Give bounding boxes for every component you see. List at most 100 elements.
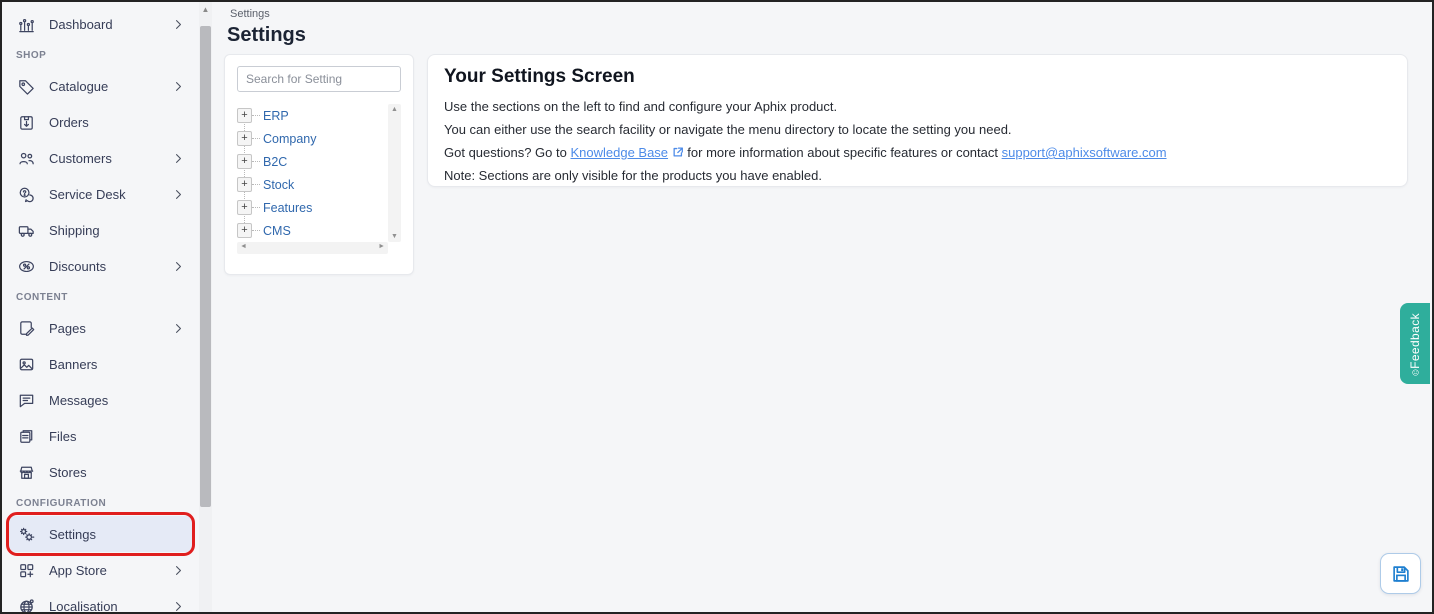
sidebar-item-label: Messages bbox=[49, 393, 108, 408]
sidebar-item-localisation[interactable]: Localisation bbox=[8, 588, 194, 614]
tree-node-features: + Features bbox=[237, 196, 388, 219]
grid-plus-icon bbox=[16, 560, 36, 580]
info-line-2: You can either use the search facility o… bbox=[444, 118, 1391, 141]
sidebar-item-label: Customers bbox=[49, 151, 112, 166]
sidebar-item-discounts[interactable]: Discounts bbox=[8, 248, 194, 284]
tree-node-label[interactable]: ERP bbox=[260, 109, 289, 123]
info-line-3: Got questions? Go to Knowledge Base for … bbox=[444, 141, 1391, 164]
sidebar-item-label: Settings bbox=[49, 527, 96, 542]
sidebar-item-label: Localisation bbox=[49, 599, 118, 614]
tree-node-label[interactable]: Company bbox=[260, 132, 317, 146]
tree-dash bbox=[252, 184, 260, 185]
tree-node-label[interactable]: CMS bbox=[260, 224, 291, 238]
chevron-right-icon bbox=[170, 186, 186, 202]
scrollbar-thumb[interactable] bbox=[200, 26, 211, 507]
expand-plus-icon[interactable]: + bbox=[237, 223, 252, 238]
tree-vertical-scrollbar[interactable]: ▲ ▼ bbox=[388, 104, 401, 242]
sidebar-item-customers[interactable]: Customers bbox=[8, 140, 194, 176]
save-button[interactable] bbox=[1380, 553, 1421, 594]
tree-node-stock: + Stock bbox=[237, 173, 388, 196]
sidebar-item-settings[interactable]: Settings bbox=[8, 516, 194, 552]
info-card-heading: Your Settings Screen bbox=[444, 66, 1391, 88]
feedback-button[interactable]: Feedback bbox=[1400, 303, 1430, 384]
sidebar-item-app-store[interactable]: App Store bbox=[8, 552, 194, 588]
sidebar-item-label: Shipping bbox=[49, 223, 100, 238]
sidebar-item-shipping[interactable]: Shipping bbox=[8, 212, 194, 248]
settings-info-card: Your Settings Screen Use the sections on… bbox=[427, 54, 1408, 187]
sidebar-item-pages[interactable]: Pages bbox=[8, 310, 194, 346]
sidebar-item-service-desk[interactable]: Service Desk bbox=[8, 176, 194, 212]
sidebar-item-label: Discounts bbox=[49, 259, 106, 274]
chevron-right-icon bbox=[170, 562, 186, 578]
sidebar-item-label: Files bbox=[49, 429, 76, 444]
sidebar-item-label: Banners bbox=[49, 357, 97, 372]
sidebar: Dashboard SHOP Catalogue Orders Customer… bbox=[2, 2, 199, 612]
expand-plus-icon[interactable]: + bbox=[237, 200, 252, 215]
tree-node-label[interactable]: Features bbox=[260, 201, 312, 215]
sidebar-item-banners[interactable]: Banners bbox=[8, 346, 194, 382]
page-edit-icon bbox=[16, 318, 36, 338]
main-content: Settings Settings + ERP + Company bbox=[212, 2, 1432, 612]
sidebar-item-messages[interactable]: Messages bbox=[8, 382, 194, 418]
search-input[interactable] bbox=[237, 66, 401, 92]
chevron-right-icon bbox=[170, 320, 186, 336]
tree-node-cms: + CMS bbox=[237, 219, 388, 242]
tree-node-label[interactable]: Stock bbox=[260, 178, 294, 192]
sidebar-item-catalogue[interactable]: Catalogue bbox=[8, 68, 194, 104]
chevron-right-icon bbox=[170, 258, 186, 274]
settings-tree: + ERP + Company + B2C + bbox=[237, 104, 401, 254]
sidebar-item-stores[interactable]: Stores bbox=[8, 454, 194, 490]
sidebar-item-dashboard[interactable]: Dashboard bbox=[8, 6, 194, 42]
tree-dash bbox=[252, 207, 260, 208]
sidebar-item-label: App Store bbox=[49, 563, 107, 578]
image-icon bbox=[16, 354, 36, 374]
tree-dash bbox=[252, 161, 260, 162]
chat-question-icon bbox=[16, 184, 36, 204]
feedback-label: Feedback bbox=[1408, 313, 1422, 369]
sidebar-item-orders[interactable]: Orders bbox=[8, 104, 194, 140]
sidebar-scrollbar[interactable]: ▲ bbox=[199, 2, 212, 614]
tree-dash bbox=[252, 115, 260, 116]
expand-plus-icon[interactable]: + bbox=[237, 154, 252, 169]
sidebar-item-files[interactable]: Files bbox=[8, 418, 194, 454]
storefront-icon bbox=[16, 462, 36, 482]
tag-icon bbox=[16, 76, 36, 96]
scrollbar-up-arrow-icon[interactable]: ▲ bbox=[199, 5, 212, 14]
expand-plus-icon[interactable]: + bbox=[237, 177, 252, 192]
info-line-note: Note: Sections are only visible for the … bbox=[444, 164, 1391, 187]
sidebar-section-shop: SHOP bbox=[2, 42, 199, 68]
chevron-right-icon bbox=[170, 150, 186, 166]
smiley-icon bbox=[1408, 369, 1423, 376]
sidebar-item-label: Orders bbox=[49, 115, 89, 130]
tree-node-b2c: + B2C bbox=[237, 150, 388, 173]
scrollbar-down-arrow-icon[interactable]: ▼ bbox=[388, 233, 401, 240]
people-icon bbox=[16, 148, 36, 168]
globe-icon bbox=[16, 596, 36, 614]
info-line-3-middle: for more information about specific feat… bbox=[684, 145, 1002, 160]
sidebar-item-label: Service Desk bbox=[49, 187, 126, 202]
sidebar-item-label: Stores bbox=[49, 465, 87, 480]
percent-icon bbox=[16, 256, 36, 276]
tree-node-company: + Company bbox=[237, 127, 388, 150]
box-icon bbox=[16, 112, 36, 132]
scrollbar-right-arrow-icon[interactable]: ► bbox=[378, 243, 385, 250]
chevron-right-icon bbox=[170, 16, 186, 32]
chevron-right-icon bbox=[170, 598, 186, 614]
scrollbar-left-arrow-icon[interactable]: ◄ bbox=[240, 243, 247, 250]
tree-node-label[interactable]: B2C bbox=[260, 155, 287, 169]
files-icon bbox=[16, 426, 36, 446]
tree-dash bbox=[252, 138, 260, 139]
support-email-link[interactable]: support@aphixsoftware.com bbox=[1002, 145, 1167, 160]
scrollbar-up-arrow-icon[interactable]: ▲ bbox=[388, 106, 401, 113]
expand-plus-icon[interactable]: + bbox=[237, 108, 252, 123]
app-window: Dashboard SHOP Catalogue Orders Customer… bbox=[0, 0, 1434, 614]
dashboard-icon bbox=[16, 14, 36, 34]
knowledge-base-link[interactable]: Knowledge Base bbox=[570, 145, 668, 160]
info-line-1: Use the sections on the left to find and… bbox=[444, 95, 1391, 118]
expand-plus-icon[interactable]: + bbox=[237, 131, 252, 146]
sidebar-item-label: Pages bbox=[49, 321, 86, 336]
sidebar-section-configuration: CONFIGURATION bbox=[2, 490, 199, 516]
tree-horizontal-scrollbar[interactable]: ◄ ► bbox=[237, 242, 388, 254]
sidebar-item-label: Catalogue bbox=[49, 79, 108, 94]
message-icon bbox=[16, 390, 36, 410]
